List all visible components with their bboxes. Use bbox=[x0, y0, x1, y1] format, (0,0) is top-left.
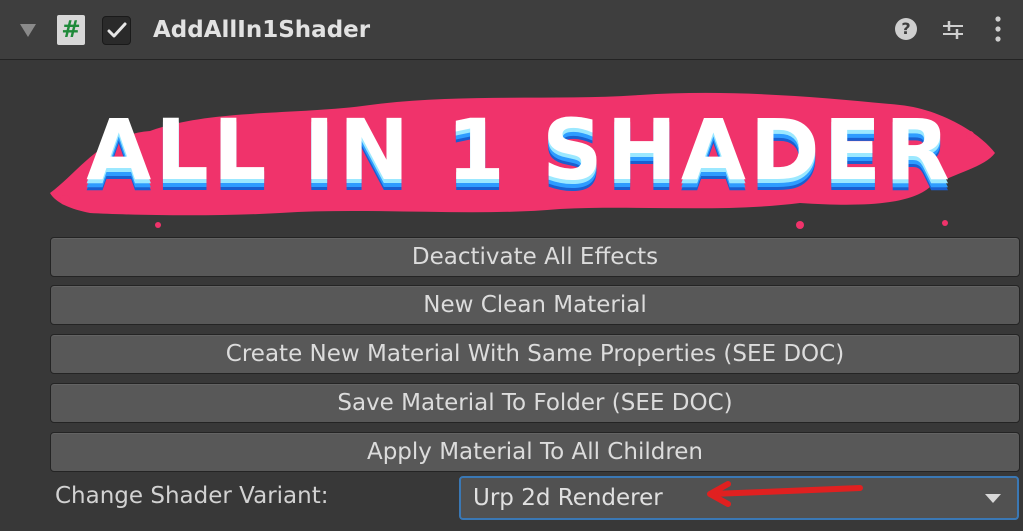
component-title: AddAllIn1Shader bbox=[153, 17, 371, 43]
checkmark-icon bbox=[107, 22, 127, 38]
more-options-icon[interactable] bbox=[993, 14, 1003, 44]
component-header: # AddAllIn1Shader ? bbox=[0, 0, 1023, 60]
banner-logo-text: ALL IN 1 SHADER bbox=[86, 101, 954, 199]
shader-banner: ALL IN 1 SHADER bbox=[40, 75, 1000, 235]
create-new-material-button[interactable]: Create New Material With Same Properties… bbox=[50, 334, 1020, 374]
deactivate-all-effects-button[interactable]: Deactivate All Effects bbox=[50, 237, 1020, 277]
foldout-arrow-icon[interactable] bbox=[20, 24, 36, 37]
shader-variant-value: Urp 2d Renderer bbox=[473, 485, 663, 511]
chevron-down-icon bbox=[985, 494, 1001, 503]
new-clean-material-button[interactable]: New Clean Material bbox=[50, 285, 1020, 325]
red-arrow-annotation-icon bbox=[707, 481, 863, 507]
script-icon: # bbox=[57, 15, 85, 45]
presets-icon[interactable] bbox=[940, 17, 966, 43]
help-icon[interactable]: ? bbox=[895, 18, 917, 40]
apply-material-children-button[interactable]: Apply Material To All Children bbox=[50, 432, 1020, 472]
enable-checkbox[interactable] bbox=[102, 16, 131, 45]
save-material-button[interactable]: Save Material To Folder (SEE DOC) bbox=[50, 383, 1020, 423]
shader-variant-label: Change Shader Variant: bbox=[55, 483, 329, 509]
